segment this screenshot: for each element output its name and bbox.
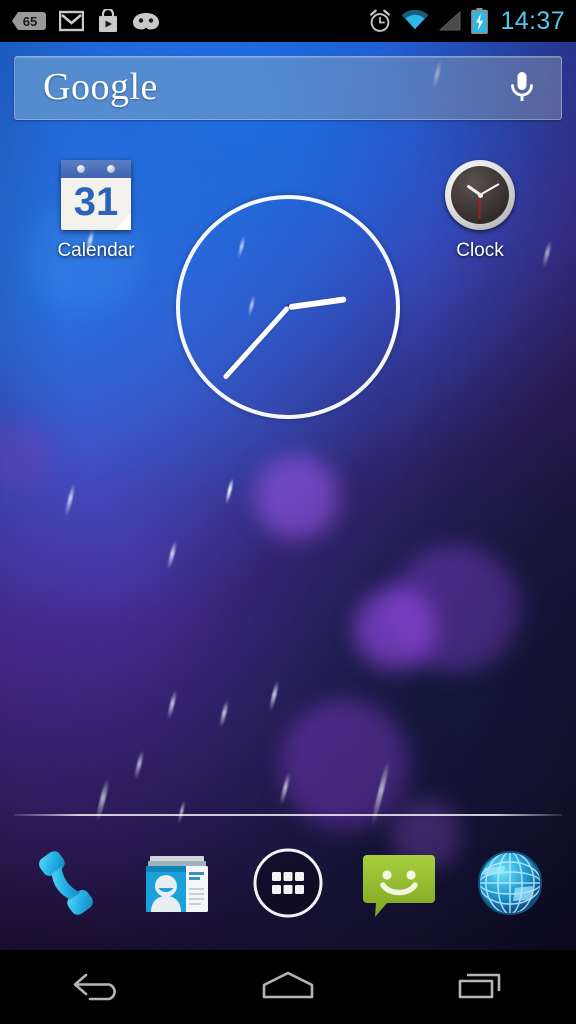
google-search-bar[interactable]: Google	[14, 56, 562, 120]
wallpaper-vignette	[0, 0, 576, 950]
recents-button[interactable]	[425, 950, 535, 1024]
home-icon	[259, 967, 317, 1008]
android-jellybean-icon	[132, 11, 160, 31]
notification-count-badge: 65	[12, 10, 46, 32]
battery-charging-icon	[471, 8, 489, 34]
dock-item-people[interactable]	[131, 839, 223, 931]
shortcut-calendar[interactable]: 31 Calendar	[36, 158, 156, 262]
svg-text:65: 65	[23, 14, 37, 29]
calendar-icon: 31	[59, 160, 133, 234]
wallpaper	[0, 0, 576, 950]
shortcut-label: Calendar	[57, 240, 135, 261]
cellular-signal-icon	[438, 10, 462, 32]
dock-item-app-drawer[interactable]	[242, 839, 334, 931]
wifi-icon	[401, 10, 429, 32]
navigation-bar	[0, 950, 576, 1024]
status-bar-notifications: 65	[12, 0, 160, 42]
status-bar-clock: 14:37	[500, 6, 565, 35]
dock-divider	[14, 814, 562, 816]
back-arrow-icon	[68, 967, 124, 1008]
analog-clock-widget[interactable]	[176, 195, 400, 419]
alarm-icon	[368, 9, 392, 33]
contacts-icon	[138, 844, 216, 927]
message-bubble-icon	[359, 843, 439, 928]
globe-icon	[471, 844, 549, 927]
clock-icon	[443, 160, 517, 234]
dock-item-phone[interactable]	[20, 839, 112, 931]
google-logo-text: Google	[43, 66, 158, 109]
recent-apps-icon	[455, 967, 505, 1008]
android-home-screen: 65 14:37 Google 31 Calendar Clock	[0, 0, 576, 1024]
status-bar-system-icons: 14:37	[368, 0, 565, 42]
shortcut-label: Clock	[456, 240, 504, 261]
back-button[interactable]	[41, 950, 151, 1024]
play-store-icon	[97, 9, 119, 33]
home-button[interactable]	[233, 950, 343, 1024]
phone-icon	[24, 841, 108, 930]
status-bar[interactable]: 65 14:37	[0, 0, 576, 42]
dock	[0, 830, 576, 940]
app-drawer-icon	[249, 844, 327, 927]
dock-item-browser[interactable]	[464, 839, 556, 931]
dock-item-messaging[interactable]	[353, 839, 445, 931]
gmail-icon	[59, 10, 84, 32]
microphone-icon[interactable]	[505, 68, 539, 108]
shortcut-clock[interactable]: Clock	[420, 158, 540, 262]
